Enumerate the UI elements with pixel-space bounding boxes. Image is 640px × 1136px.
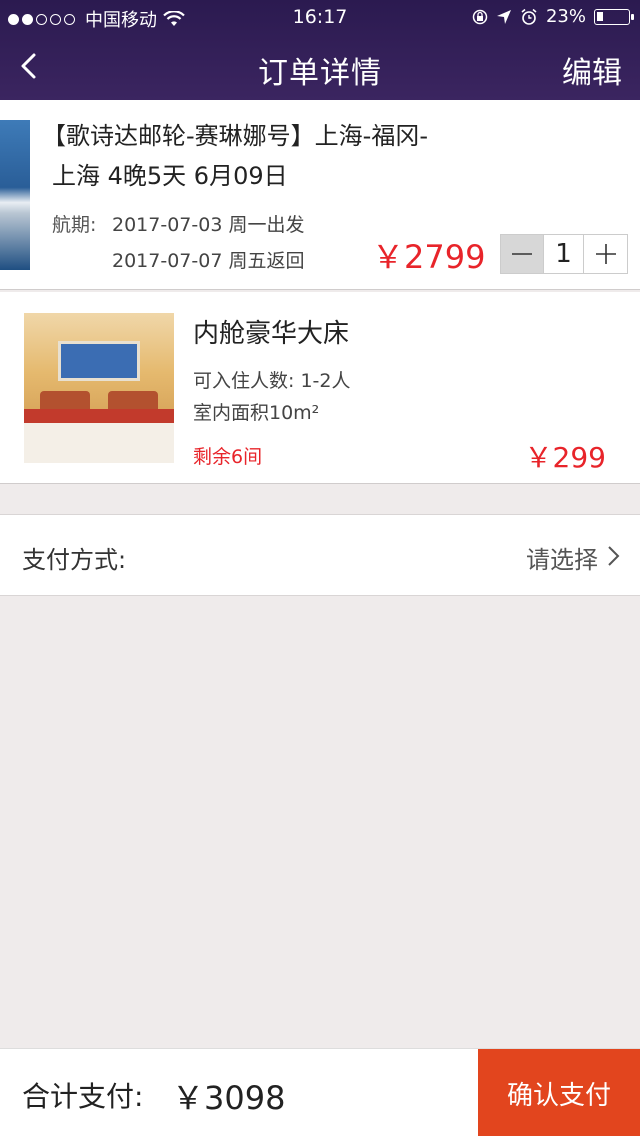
battery-percent: 23% (545, 6, 586, 27)
bottom-bar: 合计支付: ￥3098 确认支付 (0, 1048, 640, 1136)
payment-method-row[interactable]: 支付方式: 请选择 (0, 514, 640, 596)
voyage-label: 航期: (52, 214, 97, 236)
header: 中国移动 16:17 23% 订单详情 编辑 (0, 0, 640, 100)
cabin-capacity: 可入住人数: 1-2人 (193, 370, 351, 392)
chevron-right-icon (608, 546, 620, 566)
rotation-lock-icon (472, 9, 488, 24)
return-date: 2017-07-07 周五返回 (112, 250, 305, 272)
quantity-stepper: 1 (500, 234, 628, 274)
quantity-value[interactable]: 1 (544, 235, 584, 273)
decrement-button[interactable] (501, 235, 544, 273)
cabin-price: ￥299 (524, 441, 606, 474)
cruise-price: ￥2799 (372, 238, 486, 276)
cabin-remaining: 剩余6间 (193, 446, 263, 468)
departure-date: 2017-07-03 周一出发 (112, 214, 305, 236)
page-title: 订单详情 (258, 56, 382, 91)
plus-icon (595, 244, 616, 264)
location-icon (496, 9, 511, 24)
ship-thumbnail[interactable] (0, 120, 30, 270)
battery-icon (594, 8, 634, 25)
cruise-name-line1: 【歌诗达邮轮-赛琳娜号】上海-福冈- (42, 122, 428, 150)
cruise-name-line2: 上海 4晚5天 6月09日 (52, 162, 288, 190)
cabin-title: 内舱豪华大床 (193, 319, 350, 349)
minus-icon (512, 253, 532, 255)
payment-method-select[interactable]: 请选择 (526, 540, 598, 575)
total-label: 合计支付: (22, 1080, 144, 1113)
cabin-thumbnail (24, 313, 174, 463)
total-amount: ￥3098 (172, 1079, 286, 1117)
cruise-name: 【歌诗达邮轮-赛琳娜号】上海-福冈- 上海 4晚5天 6月09日 (42, 116, 482, 196)
edit-button[interactable]: 编辑 (562, 48, 622, 92)
cabin-area: 室内面积10m² (193, 402, 320, 424)
confirm-payment-button[interactable]: 确认支付 (478, 1049, 640, 1136)
status-bar: 中国移动 16:17 23% (0, 0, 640, 34)
increment-button[interactable] (584, 235, 627, 273)
alarm-icon (521, 8, 537, 25)
nav-bar: 订单详情 编辑 (0, 34, 640, 100)
payment-method-label: 支付方式: (22, 546, 127, 574)
